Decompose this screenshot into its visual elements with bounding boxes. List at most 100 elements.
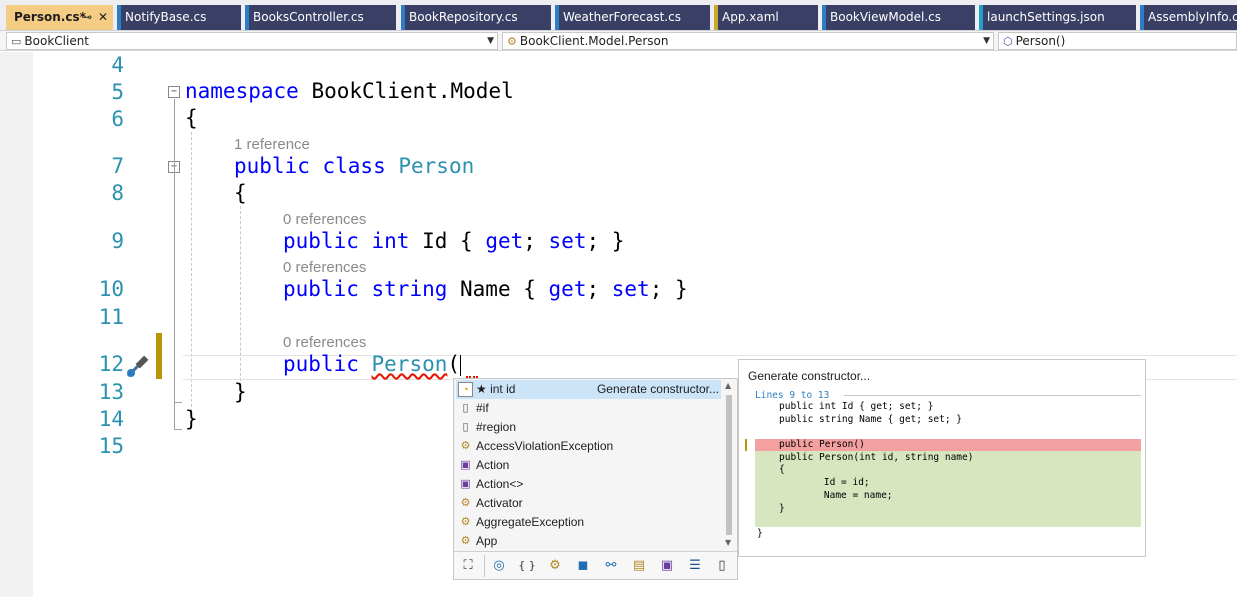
preview-line: public string Name { get; set; } (779, 414, 963, 425)
file-type-stripe (822, 5, 826, 30)
completion-item[interactable]: ◔ ★ int id Generate constructor... (456, 380, 721, 399)
tab-notifybase-cs[interactable]: NotifyBase.cs (117, 5, 241, 30)
member-label: Person() (1015, 34, 1066, 48)
completion-label: Action<> (476, 477, 524, 491)
line-number: 13 (98, 380, 124, 404)
file-type-stripe (117, 5, 121, 30)
tab-bookviewmodel-cs[interactable]: BookViewModel.cs (822, 5, 975, 30)
tab-assemblyinfo-cs[interactable]: AssemblyInfo.cs (1140, 5, 1237, 30)
type-dropdown[interactable]: ⚙ BookClient.Model.Person ▼ (502, 32, 994, 50)
keyword: get (548, 277, 587, 301)
struct-filter-icon[interactable]: ◼ (574, 557, 592, 575)
punctuation: ; } (586, 229, 625, 253)
codelens-references[interactable]: 0 references (283, 334, 366, 351)
quick-actions-screwdriver-icon[interactable] (124, 352, 152, 380)
tab-bookscontroller-cs[interactable]: BooksController.cs (245, 5, 396, 30)
preview-change-marker (745, 439, 747, 451)
expand-icon[interactable]: ⛶ (459, 557, 477, 575)
preview-line: public int Id { get; set; } (779, 401, 934, 412)
collapse-namespace-icon[interactable]: − (168, 86, 180, 98)
delegate-icon: ▣ (460, 478, 471, 490)
csharp-project-icon: ▭ (11, 35, 22, 48)
completion-item[interactable]: ⚙ AggregateException (456, 513, 721, 532)
divider (484, 555, 485, 577)
line-number: 10 (98, 277, 124, 301)
file-type-stripe (1140, 5, 1144, 30)
scrollbar-thumb[interactable] (726, 395, 732, 535)
preview-range-rule (844, 395, 1141, 396)
change-marker (156, 333, 162, 379)
punctuation: ; (523, 229, 549, 253)
tab-weatherforecast-cs[interactable]: WeatherForecast.cs (555, 5, 710, 30)
tab-label: NotifyBase.cs (125, 10, 207, 24)
line-number: 8 (111, 181, 124, 205)
document-tab-strip: Person.cs* ⊸ ✕ NotifyBase.cs BooksContro… (0, 0, 1237, 31)
scroll-down-icon[interactable]: ▼ (725, 538, 731, 547)
line-number: 14 (98, 407, 124, 431)
preview-title: Generate constructor... (748, 369, 871, 383)
code-line-12: public Person( (283, 352, 462, 376)
completion-item[interactable]: ▯ #region (456, 418, 721, 437)
file-type-stripe (979, 5, 983, 30)
completion-filter-bar: ⛶ ◎ { } ⚙ ◼ ⚯ ▤ ▣ ☰ ▯ (454, 551, 737, 579)
keyword: namespace (185, 79, 299, 103)
class-filter-icon[interactable]: ⚙ (546, 557, 564, 575)
tab-app-xaml[interactable]: App.xaml (714, 5, 818, 30)
keyword: set (611, 277, 650, 301)
pin-icon[interactable]: ⊸ (82, 5, 92, 30)
outline-end (174, 429, 182, 430)
codelens-references[interactable]: 1 reference (234, 136, 310, 153)
chevron-down-icon: ▼ (983, 36, 990, 46)
preview-line: } (757, 528, 763, 539)
completion-item[interactable]: ▯ #if (456, 399, 721, 418)
keyword: public class (234, 154, 386, 178)
type-label: BookClient.Model.Person (519, 34, 669, 48)
completion-item[interactable]: ⚙ Activator (456, 494, 721, 513)
completion-label: Activator (476, 496, 523, 510)
tab-launchsettings-json[interactable]: launchSettings.json (979, 5, 1136, 30)
completion-item[interactable]: ⚙ AccessViolationException (456, 437, 721, 456)
tab-person-cs[interactable]: Person.cs* ⊸ ✕ (6, 5, 113, 30)
text-caret (460, 354, 462, 376)
class-icon: ⚙ (507, 35, 517, 48)
snippet-filter-icon[interactable]: ▯ (713, 557, 731, 575)
namespace-filter-icon[interactable]: { } (518, 557, 536, 575)
close-icon[interactable]: ✕ (98, 5, 108, 30)
tab-label: WeatherForecast.cs (563, 10, 681, 24)
tab-label: BooksController.cs (253, 10, 364, 24)
keyword: public (283, 229, 359, 253)
project-dropdown[interactable]: ▭ BookClient ▼ (6, 32, 498, 50)
codelens-references[interactable]: 0 references (283, 211, 366, 228)
completion-item[interactable]: ▣ Action<> (456, 475, 721, 494)
class-icon: ⚙ (460, 440, 471, 452)
class-icon: ⚙ (460, 535, 471, 547)
completion-label: App (476, 534, 498, 548)
lightbulb-filter-icon[interactable]: ◎ (490, 557, 508, 575)
preview-line: public Person(int id, string name) (779, 452, 974, 463)
completion-item[interactable]: ⚙ App (456, 532, 721, 551)
tab-label: AssemblyInfo.cs (1148, 10, 1237, 24)
completion-scrollbar[interactable]: ▲ ▼ (723, 381, 735, 549)
navigation-bar: ▭ BookClient ▼ ⚙ BookClient.Model.Person ▼… (0, 31, 1237, 51)
codelens-references[interactable]: 0 references (283, 259, 366, 276)
keyword: string (371, 277, 448, 301)
enum-filter-icon[interactable]: ▤ (630, 557, 648, 575)
tab-label: App.xaml (722, 10, 779, 24)
scroll-up-icon[interactable]: ▲ (725, 381, 731, 390)
tab-bookrepository-cs[interactable]: BookRepository.cs (401, 5, 551, 30)
module-filter-icon[interactable]: ☰ (686, 557, 704, 575)
completion-list[interactable]: ◔ ★ int id Generate constructor... ▯ #if… (453, 378, 738, 580)
punctuation: ; } (649, 277, 688, 301)
keyword: int (371, 229, 410, 253)
chevron-down-icon: ▼ (487, 36, 494, 46)
delegate-filter-icon[interactable]: ▣ (658, 557, 676, 575)
project-label: BookClient (24, 34, 90, 48)
completion-item[interactable]: ▣ Action (456, 456, 721, 475)
file-type-stripe (714, 5, 718, 30)
keyword: public (283, 277, 359, 301)
namespace-name: BookClient.Model (298, 79, 514, 103)
class-icon: ⚙ (460, 497, 471, 509)
delegate-icon: ▣ (460, 459, 471, 471)
member-dropdown[interactable]: ⬡ Person() (998, 32, 1237, 50)
interface-filter-icon[interactable]: ⚯ (602, 557, 620, 575)
